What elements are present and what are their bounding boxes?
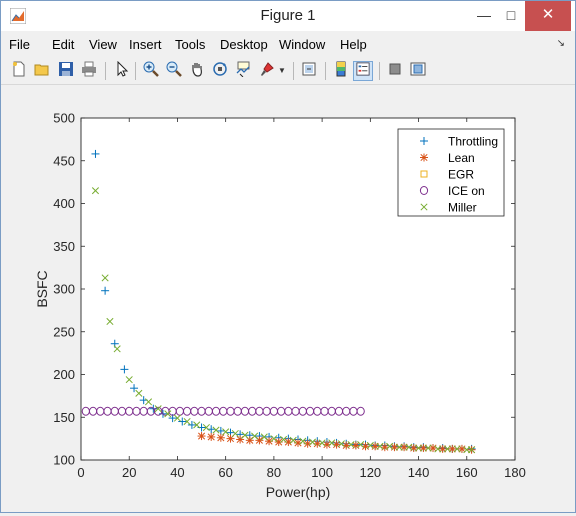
legend-label: Throttling [448, 135, 498, 149]
x-tick-label: 80 [267, 465, 281, 480]
legend-label: Lean [448, 151, 475, 165]
data-point [419, 444, 428, 453]
dock-figure-icon[interactable]: ↘ [557, 38, 565, 49]
x-axis-label: Power(hp) [266, 484, 331, 500]
pan-icon[interactable] [187, 61, 207, 81]
data-point [438, 444, 447, 453]
x-tick-label: 140 [408, 465, 430, 480]
data-point [448, 444, 457, 453]
maximize-button[interactable]: □ [498, 1, 524, 31]
legend-label: ICE on [448, 184, 485, 198]
title-bar[interactable]: Figure 1 — □ ✕ [1, 1, 575, 31]
legend-icon[interactable] [353, 61, 373, 81]
x-tick-label: 20 [122, 465, 136, 480]
figure-window: Figure 1 — □ ✕ File Edit View Insert Too… [0, 0, 576, 513]
minimize-button[interactable]: — [471, 1, 497, 31]
data-point [216, 433, 225, 442]
print-icon[interactable] [79, 61, 99, 81]
x-tick-label: 100 [311, 465, 333, 480]
x-tick-label: 60 [218, 465, 232, 480]
save-icon[interactable] [56, 61, 76, 81]
menu-tools[interactable]: Tools [175, 37, 205, 52]
data-point [197, 432, 206, 441]
close-button[interactable]: ✕ [525, 1, 571, 31]
menu-help[interactable]: Help [340, 37, 367, 52]
menu-window[interactable]: Window [279, 37, 325, 52]
menu-insert[interactable]: Insert [129, 37, 162, 52]
bsfc-chart[interactable]: 0 20 40 60 80 100 120 140 160 180 100 150 200 250 300 3… [2, 85, 574, 511]
y-tick-label: 300 [53, 282, 75, 297]
menu-view[interactable]: View [89, 37, 117, 52]
zoom-in-icon[interactable] [141, 61, 161, 81]
y-tick-label: 150 [53, 410, 75, 425]
x-tick-label: 40 [170, 465, 184, 480]
colorbar-icon[interactable] [331, 61, 351, 81]
figure-toolbar: ▼ [1, 58, 575, 85]
link-plot-icon[interactable] [299, 61, 319, 81]
x-tick-label: 180 [504, 465, 526, 480]
y-tick-label: 350 [53, 239, 75, 254]
menu-desktop[interactable]: Desktop [220, 37, 268, 52]
legend-label: EGR [448, 168, 474, 182]
toolbar-separator [379, 62, 380, 80]
legend-label: Miller [448, 201, 477, 215]
y-axis-label: BSFC [34, 270, 50, 307]
toolbar-separator [135, 62, 136, 80]
x-tick-label: 120 [359, 465, 381, 480]
x-tick-label: 0 [77, 465, 84, 480]
y-tick-label: 400 [53, 196, 75, 211]
menu-bar: File Edit View Insert Tools Desktop Wind… [1, 34, 575, 56]
brush-dropdown-icon[interactable]: ▼ [277, 61, 287, 81]
y-tick-label: 250 [53, 324, 75, 339]
toolbar-separator [105, 62, 106, 80]
y-tick-label: 450 [53, 153, 75, 168]
data-point [400, 443, 409, 452]
menu-edit[interactable]: Edit [52, 37, 74, 52]
data-cursor-icon[interactable] [233, 61, 253, 81]
legend-marker [420, 153, 428, 162]
toolbar-separator [325, 62, 326, 80]
rotate-3d-icon[interactable] [210, 61, 230, 81]
pointer-icon[interactable] [111, 60, 131, 81]
brush-icon[interactable] [257, 61, 277, 81]
y-tick-label: 500 [53, 111, 75, 126]
show-plot-tools-icon[interactable] [408, 61, 428, 81]
y-tick-label: 200 [53, 367, 75, 382]
data-point [207, 432, 216, 441]
open-file-icon[interactable] [32, 61, 52, 81]
y-tick-label: 100 [53, 453, 75, 468]
toolbar-separator [293, 62, 294, 80]
hide-plot-tools-icon[interactable] [385, 61, 405, 81]
x-tick-label: 160 [456, 465, 478, 480]
new-figure-icon[interactable] [9, 61, 29, 81]
menu-file[interactable]: File [9, 37, 30, 52]
figure-canvas: 0 20 40 60 80 100 120 140 160 180 100 150 200 250 300 3… [2, 85, 574, 511]
zoom-out-icon[interactable] [164, 61, 184, 81]
